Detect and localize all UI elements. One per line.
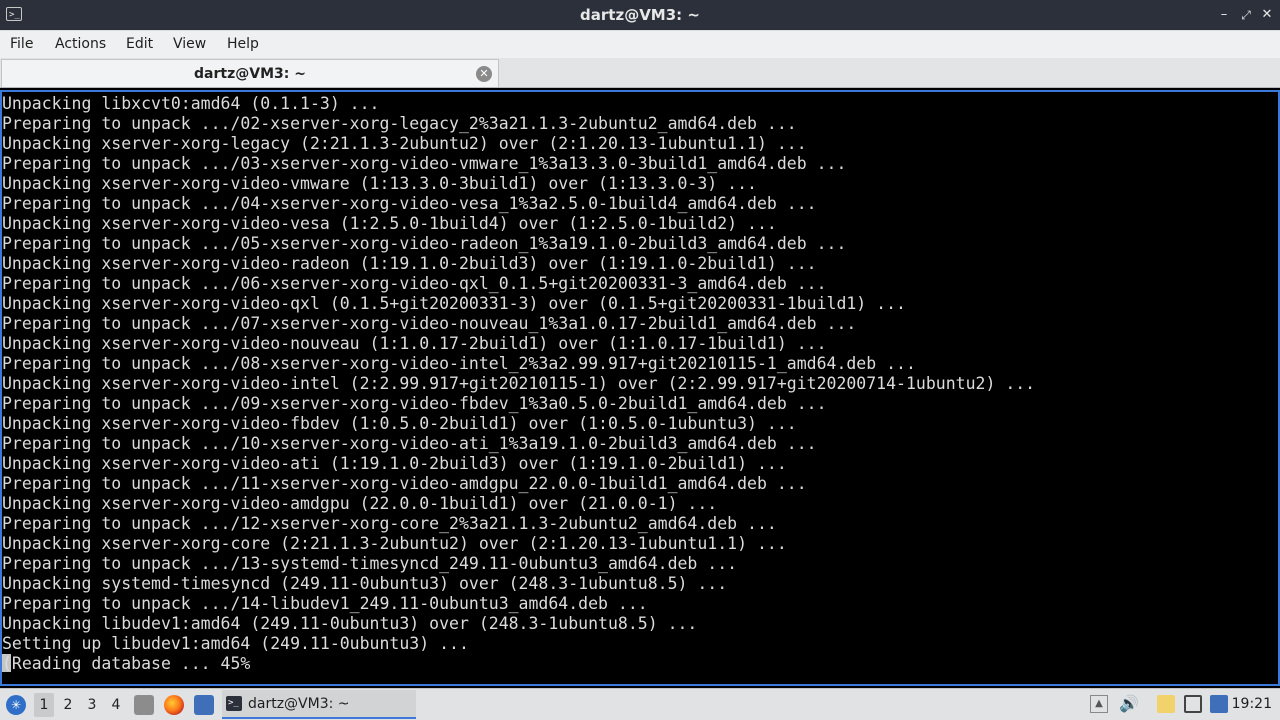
volume-icon[interactable]: 🔊 [1119,695,1139,713]
terminal-line: Setting up libudev1:amd64 (249.11-0ubunt… [2,634,469,653]
tab-close-icon[interactable]: ✕ [476,66,492,82]
terminal-output[interactable]: Unpacking libxcvt0:amd64 (0.1.1-3) ... Pr… [0,90,1280,686]
file-manager-icon[interactable] [134,695,154,715]
terminal-line: Preparing to unpack .../06-xserver-xorg-… [2,274,827,293]
terminal-line: Preparing to unpack .../05-xserver-xorg-… [2,234,847,253]
show-desktop-icon[interactable] [194,695,214,715]
terminal-line: Preparing to unpack .../07-xserver-xorg-… [2,314,857,333]
terminal-icon: >_ [226,696,242,711]
close-icon[interactable]: ✕ [1257,5,1277,25]
terminal-line: Unpacking xserver-xorg-video-fbdev (1:0.… [2,414,797,433]
terminal-line: Preparing to unpack .../04-xserver-xorg-… [2,194,817,213]
terminal-tab[interactable]: dartz@VM3: ~ ✕ [1,59,499,87]
terminal-line: Unpacking xserver-xorg-legacy (2:21.1.3-… [2,134,807,153]
workspace-3[interactable]: 3 [82,693,102,717]
minimize-icon[interactable]: – [1214,5,1234,25]
menu-bar: File Actions Edit View Help [0,30,1280,58]
terminal-line: Unpacking xserver-xorg-video-radeon (1:1… [2,254,817,273]
menu-file[interactable]: File [10,31,33,58]
maximize-icon[interactable]: ⤢ [1236,5,1256,25]
window-titlebar[interactable]: >_ dartz@VM3: ~ – ⤢ ✕ [0,0,1280,30]
taskbar-task-terminal[interactable]: >_ dartz@VM3: ~ [222,690,416,719]
menu-edit[interactable]: Edit [126,31,153,58]
terminal-line: Preparing to unpack .../02-xserver-xorg-… [2,114,797,133]
terminal-line: Unpacking xserver-xorg-video-vmware (1:1… [2,174,757,193]
terminal-line: Unpacking xserver-xorg-video-nouveau (1:… [2,334,827,353]
tray-expand-icon[interactable]: ▲ [1090,695,1108,713]
taskbar: ✳ 1 2 3 4 >_ dartz@VM3: ~ ▲ 🔊 19:21 [0,688,1280,720]
terminal-text: Unpacking libxcvt0:amd64 (0.1.1-3) ... Pr… [2,92,1278,674]
firefox-icon[interactable] [164,695,184,715]
terminal-line: Unpacking libudev1:amd64 (249.11-0ubuntu… [2,614,698,633]
terminal-line: Unpacking xserver-xorg-video-vesa (1:2.5… [2,214,777,233]
workspace-1[interactable]: 1 [34,693,54,717]
terminal-line: Unpacking xserver-xorg-video-qxl (0.1.5+… [2,294,906,313]
task-label: dartz@VM3: ~ [248,696,350,712]
clipboard-icon[interactable] [1157,695,1175,713]
network-icon[interactable] [1210,695,1228,713]
menu-actions[interactable]: Actions [55,31,106,58]
terminal-line: Preparing to unpack .../13-systemd-times… [2,554,738,573]
terminal-line: Preparing to unpack .../10-xserver-xorg-… [2,434,817,453]
terminal-line: Preparing to unpack .../14-libudev1_249.… [2,594,648,613]
terminal-line: Unpacking libxcvt0:amd64 (0.1.1-3) ... [2,94,380,113]
terminal-line: Preparing to unpack .../11-xserver-xorg-… [2,474,807,493]
terminal-line: (Reading database ... 45% [2,654,251,673]
terminal-line: Unpacking systemd-timesyncd (249.11-0ubu… [2,574,728,593]
terminal-line: Preparing to unpack .../12-xserver-xorg-… [2,514,777,533]
screen-icon[interactable] [1184,695,1202,713]
workspace-4[interactable]: 4 [106,693,126,717]
terminal-line: Preparing to unpack .../08-xserver-xorg-… [2,354,916,373]
window-title: dartz@VM3: ~ [580,6,700,24]
clock: 19:21 [1231,696,1272,712]
terminal-line: Preparing to unpack .../03-xserver-xorg-… [2,154,847,173]
terminal-line: Unpacking xserver-xorg-video-ati (1:19.1… [2,454,787,473]
menu-view[interactable]: View [173,31,206,58]
menu-help[interactable]: Help [227,31,259,58]
terminal-line: Unpacking xserver-xorg-video-intel (2:2.… [2,374,1036,393]
start-menu-icon[interactable]: ✳ [6,695,26,715]
terminal-line: Unpacking xserver-xorg-video-amdgpu (22.… [2,494,718,513]
tab-bar: dartz@VM3: ~ ✕ [0,58,1280,88]
terminal-line: Unpacking xserver-xorg-core (2:21.1.3-2u… [2,534,787,553]
text-cursor [2,654,11,672]
tab-label: dartz@VM3: ~ [194,66,306,82]
workspace-2[interactable]: 2 [58,693,78,717]
terminal-line: Preparing to unpack .../09-xserver-xorg-… [2,394,827,413]
